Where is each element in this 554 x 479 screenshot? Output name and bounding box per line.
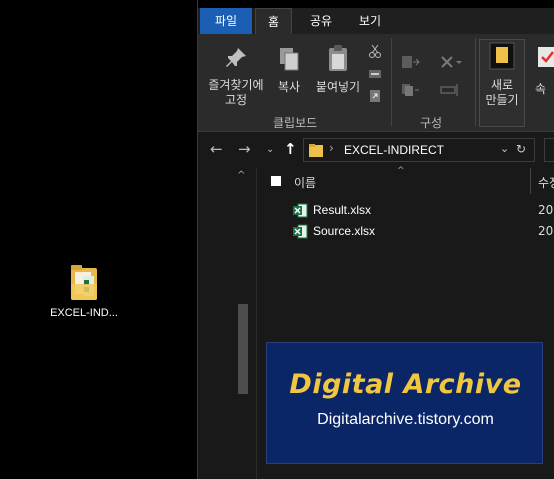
up-arrow-icon[interactable]: ↑ [284, 140, 297, 158]
ribbon-home: 즐겨찾기에 고정 복사 붙여넣기 클립보드 구성 새로 만들기 속 [198, 34, 554, 132]
file-date-modified: 202 [538, 203, 554, 217]
ribbon-tab-bar: 파일 홈 공유 보기 [198, 8, 554, 34]
pin-to-quick-access-button[interactable]: 즐겨찾기에 고정 [204, 46, 268, 108]
tab-share[interactable]: 공유 [302, 8, 340, 34]
copy-label: 복사 [277, 80, 301, 94]
pin-icon [204, 46, 268, 74]
paste-label: 붙여넣기 [315, 80, 361, 94]
excel-file-icon [293, 224, 308, 239]
file-name: Source.xlsx [313, 224, 376, 238]
file-row[interactable]: Source.xlsx 202 [257, 221, 554, 241]
copy-icon [272, 46, 306, 76]
tab-view[interactable]: 보기 [351, 8, 389, 34]
forward-arrow-icon[interactable]: → [238, 140, 251, 158]
new-folder-label-line1: 새로 [490, 78, 514, 92]
desktop: EXCEL-IND... [0, 0, 197, 479]
watermark-banner: Digital Archive Digitalarchive.tistory.c… [266, 342, 543, 464]
title-bar[interactable] [198, 0, 554, 8]
refresh-icon[interactable]: ↻ [516, 142, 526, 156]
navigation-pane: ^ [231, 168, 255, 479]
folder-icon [309, 143, 323, 157]
copy-button[interactable]: 복사 [272, 46, 306, 95]
paste-shortcut-icon[interactable] [368, 88, 382, 102]
address-path[interactable]: EXCEL-INDIRECT [344, 143, 444, 157]
select-all-checkbox[interactable] [271, 176, 281, 186]
cut-icon[interactable] [368, 43, 382, 58]
new-folder-button[interactable]: 새로 만들기 [479, 42, 525, 108]
file-row[interactable]: Result.xlsx 202 [257, 200, 554, 220]
properties-button[interactable]: 속 [535, 46, 554, 97]
column-header-name[interactable]: 이름 [294, 174, 316, 191]
ribbon-separator [391, 38, 392, 126]
banner-title: Digital Archive [289, 369, 522, 400]
copy-path-icon[interactable] [368, 66, 382, 80]
tab-home[interactable]: 홈 [255, 8, 292, 34]
file-name: Result.xlsx [313, 203, 372, 217]
move-to-icon[interactable] [401, 54, 421, 68]
pin-label-line1: 즐겨찾기에 [208, 78, 264, 92]
excel-file-icon [293, 203, 308, 218]
clipboard-group-label: 클립보드 [273, 116, 318, 130]
navigation-pane-scrollbar[interactable] [238, 304, 248, 394]
properties-label: 속 [535, 82, 547, 96]
clipboard-icon [310, 44, 366, 76]
sort-arrow-icon: ^ [397, 166, 405, 176]
desktop-folder-icon[interactable]: EXCEL-IND... [44, 262, 124, 319]
new-folder-label-line2: 만들기 [485, 93, 519, 107]
delete-icon[interactable] [440, 54, 462, 68]
copy-to-icon[interactable] [401, 82, 421, 96]
column-header-row: ^ 이름 수정 [257, 166, 554, 194]
back-arrow-icon[interactable]: ← [210, 140, 223, 158]
tab-file[interactable]: 파일 [200, 8, 252, 34]
column-divider[interactable] [530, 168, 531, 194]
rename-icon[interactable] [440, 82, 460, 96]
address-dropdown-icon[interactable]: ⌄ [500, 142, 509, 155]
recent-locations-chevron-icon[interactable]: ⌄ [266, 144, 274, 155]
search-input[interactable] [544, 138, 554, 162]
file-date-modified: 202 [538, 224, 554, 238]
desktop-folder-label: EXCEL-IND... [50, 307, 118, 319]
paste-button[interactable]: 붙여넣기 [310, 44, 366, 95]
ribbon-separator [475, 38, 476, 126]
pin-label-line2: 고정 [224, 93, 248, 107]
banner-url: Digitalarchive.tistory.com [317, 411, 494, 428]
properties-icon [537, 46, 554, 72]
organize-group-label: 구성 [420, 116, 443, 130]
new-folder-icon [479, 42, 525, 74]
column-header-modified[interactable]: 수정 [538, 174, 554, 191]
scroll-up-icon[interactable]: ^ [237, 170, 245, 181]
address-bar[interactable]: › EXCEL-INDIRECT ⌄ ↻ [303, 138, 535, 162]
folder-icon [69, 262, 99, 302]
navigation-bar: ← → ⌄ ↑ › EXCEL-INDIRECT ⌄ ↻ [198, 132, 554, 168]
breadcrumb-chevron-icon[interactable]: › [329, 141, 334, 155]
